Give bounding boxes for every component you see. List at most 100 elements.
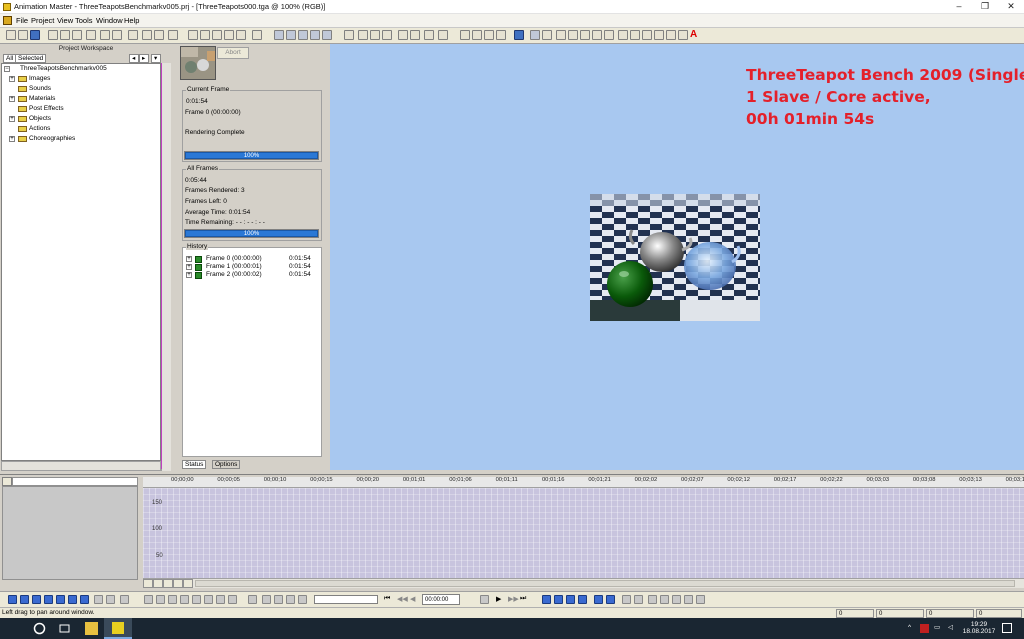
workspace-scrollbar[interactable] — [161, 63, 171, 471]
timeline-ruler[interactable]: 00;00;00 00;00;05 00;00;10 00;00;15 00;00;20… — [143, 477, 1024, 488]
snapshot-icon[interactable] — [654, 30, 664, 40]
move-key-icon[interactable] — [144, 595, 153, 604]
cube-icon[interactable] — [578, 595, 587, 604]
expand-icon[interactable]: + — [186, 272, 192, 278]
scroll-thumb[interactable] — [195, 580, 1015, 587]
split-view-icon[interactable] — [168, 30, 178, 40]
onion-skin-icon[interactable] — [660, 595, 669, 604]
wizard-icon[interactable] — [642, 30, 652, 40]
expand-icon[interactable]: + — [9, 96, 15, 102]
timeline-graph[interactable] — [143, 488, 1024, 578]
table-icon[interactable] — [568, 30, 578, 40]
bone-mode-icon[interactable] — [358, 30, 368, 40]
clock[interactable]: 19:29 18.08.2017 — [962, 621, 996, 635]
move-icon[interactable] — [472, 30, 482, 40]
arrows-icon[interactable] — [594, 595, 603, 604]
filter-icon[interactable] — [622, 595, 631, 604]
expand-icon[interactable]: + — [186, 256, 192, 262]
turn-icon[interactable] — [298, 30, 308, 40]
text-icon[interactable]: A — [690, 30, 700, 40]
zoom-fit-icon[interactable] — [322, 30, 332, 40]
expand-icon[interactable]: + — [9, 116, 15, 122]
timeline-icon[interactable] — [542, 30, 552, 40]
maximize-button[interactable]: ❐ — [972, 0, 998, 13]
rotate-icon[interactable] — [484, 30, 494, 40]
tab-status[interactable]: Status — [182, 460, 207, 469]
file-explorer-icon[interactable] — [85, 622, 98, 635]
scroll-left-icon[interactable] — [143, 579, 153, 588]
step-icon[interactable] — [228, 595, 237, 604]
keyframe-icon[interactable] — [68, 595, 77, 604]
skip-icon[interactable] — [252, 30, 262, 40]
taskbar-animation-master[interactable] — [104, 618, 132, 639]
close-button[interactable]: ✕ — [998, 0, 1024, 13]
start-icon[interactable] — [33, 622, 46, 635]
render-region-icon[interactable] — [438, 30, 448, 40]
scale-key-icon[interactable] — [566, 595, 575, 604]
wireframe-icon[interactable] — [212, 30, 222, 40]
workspace-hscrollbar[interactable] — [1, 461, 161, 471]
channel-icon[interactable] — [106, 595, 115, 604]
reduce-key-icon[interactable] — [192, 595, 201, 604]
bias-icon[interactable] — [262, 595, 271, 604]
person-icon[interactable] — [672, 595, 681, 604]
mdi-document-icon[interactable] — [3, 16, 12, 25]
menu-file[interactable]: File — [16, 16, 28, 25]
translate-icon[interactable] — [542, 595, 551, 604]
figure-icon[interactable] — [120, 595, 129, 604]
peak-icon[interactable] — [274, 595, 283, 604]
shaded-icon[interactable] — [200, 30, 210, 40]
minimize-button[interactable]: – — [946, 0, 972, 13]
pin-icon[interactable] — [2, 477, 12, 486]
menu-view[interactable]: View — [57, 16, 73, 25]
properties-icon[interactable] — [530, 30, 540, 40]
keyframe-icon[interactable] — [44, 595, 53, 604]
delete-icon[interactable] — [86, 30, 96, 40]
network-icon[interactable]: ▭ — [934, 624, 940, 631]
loop-icon[interactable] — [480, 595, 489, 604]
muscle-mode-icon[interactable] — [370, 30, 380, 40]
paste-key-icon[interactable] — [180, 595, 189, 604]
prev-frame-icon[interactable]: ◀ — [410, 595, 415, 603]
splitter[interactable] — [161, 63, 162, 469]
target-icon[interactable] — [696, 595, 705, 604]
arrows-icon[interactable] — [606, 595, 615, 604]
view-left-icon[interactable] — [142, 30, 152, 40]
filter-icon[interactable] — [634, 595, 643, 604]
volume-icon[interactable]: ◁ — [948, 624, 953, 631]
keyframe-icon[interactable] — [80, 595, 89, 604]
abort-button[interactable]: Abort — [217, 47, 249, 59]
undo-icon[interactable] — [100, 30, 110, 40]
tools-icon[interactable] — [630, 30, 640, 40]
copy-icon[interactable] — [60, 30, 70, 40]
skin-mode-icon[interactable] — [382, 30, 392, 40]
prev-key-icon[interactable]: ◀◀ — [397, 595, 408, 603]
render-lock-icon[interactable] — [410, 30, 420, 40]
tab-selected[interactable]: Selected — [15, 54, 47, 63]
figure-icon[interactable] — [684, 595, 693, 604]
pose-icon[interactable] — [604, 30, 614, 40]
first-frame-icon[interactable]: ⏮ — [384, 595, 390, 603]
menu-project[interactable]: Project — [31, 16, 54, 25]
select-icon[interactable] — [344, 30, 354, 40]
last-frame-icon[interactable]: ⏭ — [520, 595, 526, 603]
keyframe-icon[interactable] — [56, 595, 65, 604]
bones-icon[interactable] — [224, 30, 234, 40]
expand-icon[interactable]: + — [9, 76, 15, 82]
expand-icon[interactable]: + — [186, 264, 192, 270]
paste-icon[interactable] — [72, 30, 82, 40]
tab-scroll-right-icon[interactable]: ▸ — [139, 54, 149, 63]
timeline-scrollbar[interactable] — [143, 578, 1024, 588]
collapse-icon[interactable]: − — [4, 66, 10, 72]
tab-scroll-left-icon[interactable]: ◂ — [129, 54, 139, 63]
expand-icon[interactable]: + — [9, 136, 15, 142]
render-mode-icon[interactable] — [188, 30, 198, 40]
open-icon[interactable] — [18, 30, 28, 40]
link-icon[interactable] — [666, 30, 676, 40]
view-front-icon[interactable] — [128, 30, 138, 40]
zoom-out-icon[interactable] — [153, 579, 163, 588]
grid-icon[interactable] — [236, 30, 246, 40]
copy-key-icon[interactable] — [168, 595, 177, 604]
lock-icon[interactable] — [94, 595, 103, 604]
tab-options[interactable]: Options — [212, 460, 241, 469]
